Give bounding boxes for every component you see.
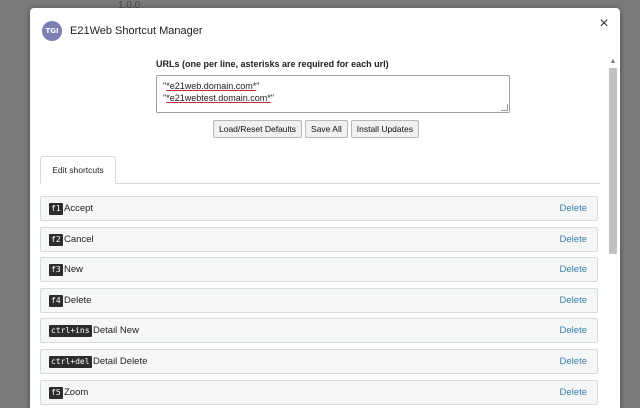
shortcut-name: Detail Delete: [93, 355, 148, 367]
shortcut-row: f2 Cancel Delete: [40, 226, 598, 252]
action-button-row: Load/Reset Defaults Save All Install Upd…: [213, 120, 419, 138]
close-icon[interactable]: ×: [596, 16, 612, 32]
url-line: "*e21webtest.domain.com*": [163, 93, 274, 103]
url-line: "*e21web.domain.com*": [163, 81, 260, 91]
shortcut-key-badge: f4: [49, 294, 63, 307]
shortcut-manager-dialog: TGI E21Web Shortcut Manager × ▲ URLs (on…: [30, 8, 620, 408]
shortcut-row: f1 Accept Delete: [40, 196, 598, 221]
shortcut-name: Detail New: [93, 325, 139, 337]
save-all-button[interactable]: Save All: [305, 120, 348, 138]
shortcut-row: f5 Zoom Delete: [40, 379, 598, 405]
delete-shortcut-link[interactable]: Delete: [560, 203, 587, 215]
delete-shortcut-link[interactable]: Delete: [560, 234, 587, 246]
dialog-titlebar: TGI E21Web Shortcut Manager ×: [30, 8, 620, 56]
shortcut-name: Accept: [64, 203, 94, 214]
shortcut-name: Cancel: [64, 233, 94, 245]
shortcut-name: Delete: [64, 294, 92, 306]
shortcut-row: f3 New Delete: [40, 257, 598, 283]
scrollbar-thumb[interactable]: [609, 68, 617, 254]
install-updates-button[interactable]: Install Updates: [350, 120, 419, 138]
tab-edit-shortcuts[interactable]: Edit shortcuts: [40, 156, 116, 184]
scroll-up-arrow-icon[interactable]: ▲: [609, 58, 617, 66]
delete-shortcut-link[interactable]: Delete: [560, 325, 587, 337]
urls-textarea[interactable]: "*e21web.domain.com*" "*e21webtest.domai…: [156, 75, 510, 113]
delete-shortcut-link[interactable]: Delete: [560, 356, 587, 368]
shortcut-key-badge: f2: [49, 233, 63, 246]
shortcut-row: ctrl+del Detail Delete Delete: [40, 348, 598, 374]
delete-shortcut-link[interactable]: Delete: [560, 295, 587, 307]
urls-label: URLs (one per line, asterisks are requir…: [156, 59, 389, 69]
app-logo-icon: TGI: [42, 21, 62, 41]
shortcut-row: ctrl+ins Detail New Delete: [40, 318, 598, 344]
tab-strip: Edit shortcuts: [40, 156, 600, 184]
resize-grip-icon[interactable]: [501, 104, 508, 111]
shortcut-name: Zoom: [64, 386, 89, 398]
shortcut-row: f4 Delete Delete: [40, 287, 598, 313]
shortcut-key-badge: f5: [49, 386, 63, 399]
shortcut-list: f1 Accept Delete f2 Cancel Delete f3 New Delete f…: [40, 196, 598, 408]
shortcut-key-badge: f3: [49, 264, 63, 277]
delete-shortcut-link[interactable]: Delete: [560, 264, 587, 276]
shortcut-name: New: [64, 264, 84, 276]
shortcut-key-badge: ctrl+ins: [49, 325, 92, 338]
vertical-scrollbar[interactable]: ▲: [608, 58, 618, 408]
shortcut-key-badge: ctrl+del: [49, 355, 92, 368]
shortcut-key-badge: f1: [49, 203, 63, 215]
delete-shortcut-link[interactable]: Delete: [560, 387, 587, 399]
load-reset-defaults-button[interactable]: Load/Reset Defaults: [213, 120, 303, 138]
dialog-title: E21Web Shortcut Manager: [70, 25, 203, 37]
